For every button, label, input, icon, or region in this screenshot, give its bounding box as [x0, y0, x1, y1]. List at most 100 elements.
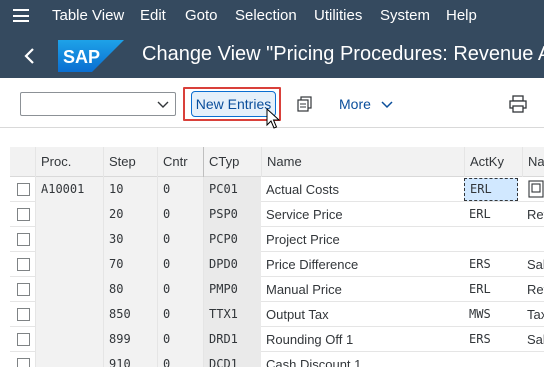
- page-title: Change View "Pricing Procedures: Revenue…: [142, 43, 544, 65]
- table-row[interactable]: 899 0 DRD1 Rounding Off 1 ERS Sal: [10, 327, 544, 352]
- cell-name: Rounding Off 1: [266, 332, 354, 347]
- toolbar: New Entries More: [0, 78, 544, 129]
- row-selector[interactable]: [10, 227, 35, 252]
- row-checkbox[interactable]: [17, 233, 30, 246]
- cell-name: Cash Discount 1: [266, 357, 362, 367]
- row-checkbox[interactable]: [17, 308, 30, 321]
- cell-cntr: 0: [157, 327, 203, 352]
- title-bar: SAP Change View "Pricing Procedures: Rev…: [0, 32, 544, 78]
- back-icon[interactable]: [18, 44, 42, 68]
- cell-actky[interactable]: ERL: [464, 277, 522, 302]
- print-icon[interactable]: [509, 95, 527, 113]
- menu-system[interactable]: System: [380, 7, 430, 24]
- column-header-proc[interactable]: Proc.: [35, 147, 103, 177]
- cell-cntr: 0: [157, 202, 203, 227]
- cell-cntr: 0: [157, 302, 203, 327]
- menu-selection[interactable]: Selection: [235, 7, 297, 24]
- cell-na: Rev: [527, 282, 544, 297]
- column-header-ctyp[interactable]: CTyp: [203, 147, 261, 177]
- row-selector[interactable]: [10, 327, 35, 352]
- row-checkbox[interactable]: [17, 283, 30, 296]
- cell-cntr: 0: [157, 277, 203, 302]
- sap-logo: SAP: [58, 40, 124, 72]
- chevron-down-icon: [381, 101, 393, 109]
- view-dropdown[interactable]: [20, 92, 176, 116]
- row-selector[interactable]: [10, 302, 35, 327]
- cell-na: Sal: [527, 332, 544, 347]
- cell-ctyp: PC01: [203, 177, 261, 202]
- copy-icon[interactable]: [297, 96, 313, 112]
- mouse-cursor-icon: [266, 108, 280, 129]
- cell-cntr: 0: [157, 252, 203, 277]
- cell-actky[interactable]: ERS: [464, 252, 522, 277]
- cell-actky[interactable]: MWS: [464, 302, 522, 327]
- row-selector[interactable]: [10, 177, 35, 202]
- row-selector[interactable]: [10, 252, 35, 277]
- row-selector[interactable]: [10, 202, 35, 227]
- cell-name: Actual Costs: [266, 182, 339, 197]
- cell-ctyp: PCP0: [203, 227, 261, 252]
- table-row[interactable]: 30 0 PCP0 Project Price: [10, 227, 544, 252]
- cell-actky[interactable]: ERL: [464, 202, 522, 227]
- cell-step: 80: [103, 277, 157, 302]
- cell-step: 910: [103, 352, 157, 367]
- table-row[interactable]: 850 0 TTX1 Output Tax MWS Tax: [10, 302, 544, 327]
- cell-na: [522, 227, 544, 252]
- row-selector[interactable]: [10, 277, 35, 302]
- cell-na: [522, 352, 544, 367]
- cell-actky[interactable]: ERS: [464, 327, 522, 352]
- row-checkbox[interactable]: [17, 208, 30, 221]
- cell-proc: [35, 302, 103, 327]
- menu-utilities[interactable]: Utilities: [314, 7, 362, 24]
- menu-goto[interactable]: Goto: [185, 7, 218, 24]
- row-checkbox[interactable]: [17, 358, 30, 367]
- menu-edit[interactable]: Edit: [140, 7, 166, 24]
- cell-proc: [35, 227, 103, 252]
- cell-step: 20: [103, 202, 157, 227]
- cell-proc: [35, 252, 103, 277]
- cell-step: 70: [103, 252, 157, 277]
- table-row[interactable]: 70 0 DPD0 Price Difference ERS Sal: [10, 252, 544, 277]
- row-checkbox[interactable]: [17, 258, 30, 271]
- row-selector[interactable]: [10, 352, 35, 367]
- row-checkbox[interactable]: [17, 183, 30, 196]
- cell-proc: A10001: [35, 177, 103, 202]
- select-all-column[interactable]: [10, 147, 35, 177]
- table-row[interactable]: A10001 10 0 PC01 Actual Costs ERL: [10, 177, 544, 202]
- more-menu-button[interactable]: More: [339, 96, 393, 112]
- table-row[interactable]: 800PMP0 Manual Price ERL Rev: [10, 277, 544, 302]
- cell-name: Price Difference: [266, 257, 359, 272]
- column-header-actky[interactable]: ActKy: [464, 147, 522, 177]
- menu-bar: Table View Edit Goto Selection Utilities…: [0, 0, 544, 32]
- cell-actky[interactable]: ERL: [464, 178, 518, 201]
- column-header-step[interactable]: Step: [103, 147, 157, 177]
- pricing-procedure-table: Proc. Step Cntr CTyp Name ActKy Na A1000…: [10, 147, 544, 367]
- cell-actky[interactable]: [464, 227, 522, 252]
- cell-ctyp: DRD1: [203, 327, 261, 352]
- table-header: Proc. Step Cntr CTyp Name ActKy Na: [10, 147, 544, 177]
- cell-na: Sal: [527, 257, 544, 272]
- cell-ctyp: DCD1: [203, 352, 261, 367]
- menu-help[interactable]: Help: [446, 7, 477, 24]
- cell-step: 899: [103, 327, 157, 352]
- value-help-icon[interactable]: [528, 180, 544, 198]
- cell-name: Output Tax: [266, 307, 329, 322]
- menu-table-view[interactable]: Table View: [52, 7, 124, 24]
- cell-ctyp: PSP0: [203, 202, 261, 227]
- cell-actky[interactable]: [464, 352, 522, 367]
- column-header-cntr[interactable]: Cntr: [157, 147, 203, 177]
- hamburger-icon[interactable]: [13, 9, 29, 22]
- more-label: More: [339, 96, 371, 112]
- cell-na: Rev: [527, 207, 544, 222]
- table-row[interactable]: 200PSP0 Service Price ERL Rev: [10, 202, 544, 227]
- table-row[interactable]: 910 0 DCD1 Cash Discount 1: [10, 352, 544, 367]
- column-header-name2[interactable]: Na: [522, 147, 544, 177]
- cell-proc: [35, 277, 103, 302]
- cell-ctyp: TTX1: [203, 302, 261, 327]
- row-checkbox[interactable]: [17, 333, 30, 346]
- chevron-down-icon: [157, 101, 169, 108]
- cell-na: Tax: [527, 307, 544, 322]
- new-entries-button[interactable]: New Entries: [191, 91, 276, 117]
- cell-step: 10: [103, 177, 157, 202]
- column-header-name[interactable]: Name: [261, 147, 464, 177]
